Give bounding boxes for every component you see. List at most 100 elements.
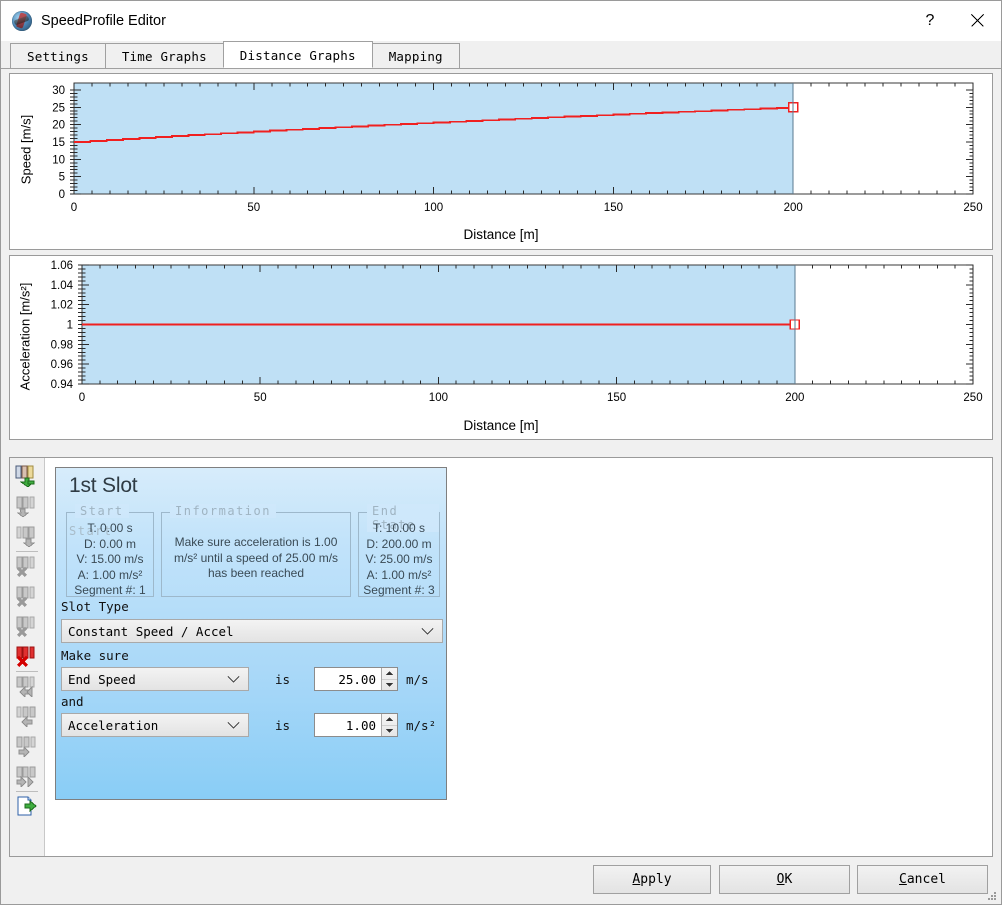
window-title: SpeedProfile Editor [41, 12, 166, 29]
make-sure-label: Make sure [61, 648, 129, 663]
end-segment-value: Segment #: 3 [363, 583, 435, 597]
is-label-2: is [275, 718, 291, 733]
condition-1-select[interactable]: End Speed [61, 667, 249, 691]
speed-chart-svg: 0 50 100 150 200 250 0 5 10 15 20 25 30 [52, 82, 983, 214]
cut-slot-before-button[interactable] [10, 581, 44, 611]
move-slot-up-icon [16, 706, 36, 727]
tab-mapping[interactable]: Mapping [371, 43, 460, 68]
end-state-group-box: End State T: 10.00 s D: 200.00 m V: 25.0… [358, 504, 440, 599]
insert-slot-before-icon [16, 496, 35, 517]
tab-time-graphs[interactable]: Time Graphs [104, 43, 224, 68]
insert-slot-before-button[interactable] [10, 491, 44, 521]
svg-text:100: 100 [424, 202, 443, 214]
cut-slot-after-icon [16, 616, 35, 637]
export-profile-button[interactable] [10, 791, 44, 821]
start-group-box: Start T: 0.00 s D: 0.00 m V: 15.00 m/s A… [66, 504, 154, 597]
cut-slot-after-button[interactable] [10, 611, 44, 641]
svg-text:0: 0 [79, 392, 85, 404]
tab-settings[interactable]: Settings [10, 43, 106, 68]
ok-button[interactable]: OK [719, 865, 850, 894]
spin-down-icon[interactable] [382, 680, 397, 691]
add-slot-button[interactable] [10, 461, 44, 491]
close-icon [970, 14, 984, 27]
toolbar-separator [16, 671, 38, 672]
svg-text:0.98: 0.98 [51, 339, 73, 351]
move-slot-down-button[interactable] [10, 731, 44, 761]
svg-text:1.02: 1.02 [51, 300, 73, 312]
spin-down-icon[interactable] [382, 726, 397, 737]
move-slot-up-button[interactable] [10, 701, 44, 731]
apply-button[interactable]: Apply [593, 865, 711, 894]
speed-y-axis-label: Speed [m/s] [18, 114, 34, 185]
title-bar: SpeedProfile Editor ? [1, 1, 1001, 41]
start-accel-value: A: 1.00 m/s² [77, 567, 143, 582]
information-line-2: m/s² until a speed of 25.00 m/s [173, 550, 339, 565]
condition-2-spinner[interactable]: 1.00 [314, 713, 398, 737]
delete-slot-button[interactable] [10, 641, 44, 671]
information-line-3: has been reached [207, 566, 305, 580]
information-group-box: Information Make sure acceleration is 1.… [161, 504, 351, 597]
condition-1-spinner[interactable]: 25.00 [314, 667, 398, 691]
acceleration-y-axis-label: Acceleration [m/s²] [17, 282, 33, 391]
question-mark-icon: ? [925, 11, 935, 29]
tab-distance-graphs[interactable]: Distance Graphs [222, 41, 373, 68]
close-button[interactable] [953, 1, 1001, 40]
move-slot-down-icon [16, 736, 36, 757]
slot-toolbar [10, 458, 45, 856]
dialog-button-bar: Apply OK Cancel [1, 857, 1001, 904]
svg-text:50: 50 [247, 202, 260, 214]
condition-2-select[interactable]: Acceleration [61, 713, 249, 737]
slot-type-label: Slot Type [61, 599, 129, 614]
insert-slot-after-button[interactable] [10, 521, 44, 551]
slot-editor-area: 1st Slot Start Start T: 0.00 s D: 0.00 m… [9, 457, 993, 857]
svg-text:1.06: 1.06 [51, 260, 73, 272]
and-label: and [61, 694, 84, 709]
slot-title: 1st Slot [69, 474, 138, 497]
speed-chart-panel: Speed [m/s] 0 50 100 150 200 250 0 5 10 15 20 25 30 … [9, 73, 993, 250]
condition-1-number: 25.00 [338, 671, 376, 687]
svg-text:25: 25 [52, 102, 65, 114]
acceleration-chart-panel: Acceleration [m/s²] 0 50 100 150 200 250 0.94 0… [9, 255, 993, 440]
end-state-group-body: T: 10.00 s D: 200.00 m V: 25.00 m/s A: 1… [359, 521, 439, 599]
resize-grip-icon[interactable] [985, 889, 997, 901]
condition-2-value: Acceleration [68, 717, 159, 733]
window-controls: ? [907, 1, 1001, 40]
start-segment-value: Segment #: 1 [74, 583, 146, 597]
move-slot-last-button[interactable] [10, 761, 44, 791]
condition-1-value: End Speed [68, 671, 136, 687]
condition-1-spin-buttons[interactable] [381, 668, 397, 690]
add-slot-icon [15, 465, 35, 487]
condition-2-spin-buttons[interactable] [381, 714, 397, 736]
cut-slot-button[interactable] [10, 551, 44, 581]
help-button[interactable]: ? [907, 1, 953, 40]
apply-label: pply [640, 872, 672, 887]
spin-up-icon[interactable] [382, 714, 397, 726]
start-speed-value: V: 15.00 m/s [76, 552, 144, 566]
end-accel-value: A: 1.00 m/s² [366, 567, 432, 582]
svg-text:50: 50 [254, 392, 267, 404]
spin-up-icon[interactable] [382, 668, 397, 680]
speed-x-axis-label: Distance [m] [463, 227, 539, 242]
move-slot-first-button[interactable] [10, 671, 44, 701]
end-distance-value: D: 200.00 m [366, 536, 432, 551]
condition-2-number: 1.00 [345, 717, 376, 733]
svg-text:0.94: 0.94 [51, 379, 74, 391]
graphs-area: Speed [m/s] 0 50 100 150 200 250 0 5 10 15 20 25 30 … [1, 69, 1001, 440]
cancel-label: ancel [906, 872, 946, 887]
svg-text:20: 20 [52, 120, 65, 132]
cut-slot-before-icon [16, 586, 35, 607]
start-distance-value: D: 0.00 m [83, 536, 137, 551]
chevron-down-icon [421, 624, 434, 639]
svg-text:150: 150 [604, 202, 623, 214]
cancel-mnemonic: C [899, 872, 907, 887]
slot-card: 1st Slot Start Start T: 0.00 s D: 0.00 m… [55, 467, 447, 800]
cancel-button[interactable]: Cancel [857, 865, 988, 894]
insert-slot-after-icon [16, 526, 36, 547]
svg-text:0: 0 [71, 202, 77, 214]
app-icon [12, 10, 32, 31]
ok-label: K [784, 872, 793, 887]
information-group-legend: Information [170, 504, 276, 518]
svg-text:0.96: 0.96 [51, 359, 73, 371]
information-line-1: Make sure acceleration is 1.00 [174, 535, 338, 549]
slot-type-select[interactable]: Constant Speed / Accel [61, 619, 443, 643]
